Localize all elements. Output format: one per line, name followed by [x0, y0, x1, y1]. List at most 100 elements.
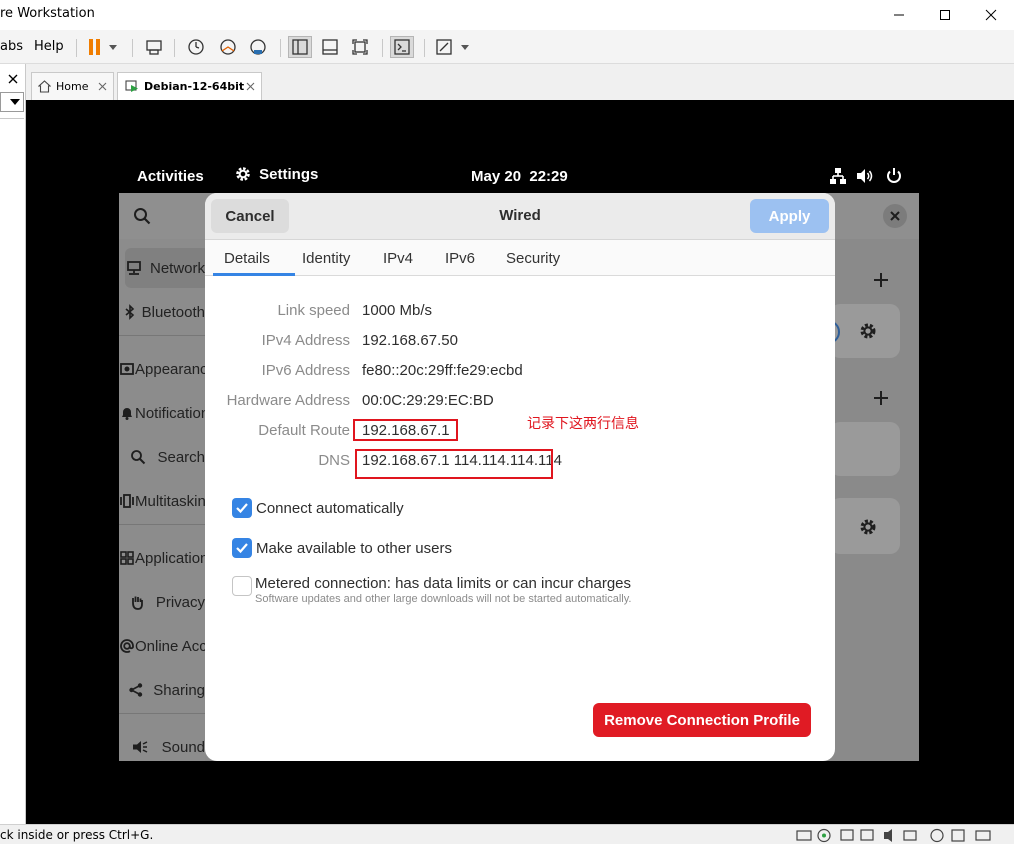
- sidebar-item-online-accounts[interactable]: Online Accounts: [119, 626, 205, 666]
- gnome-top-bar: Activities Settings May 20 22:29: [26, 160, 926, 192]
- dialog-header: Cancel Wired Apply: [205, 193, 835, 240]
- stretch-guest-button[interactable]: [434, 36, 474, 58]
- checkmark-icon: [236, 543, 248, 554]
- tab-home[interactable]: Home: [31, 72, 114, 100]
- add-icon[interactable]: [873, 390, 889, 406]
- maximize-button[interactable]: [922, 0, 968, 30]
- sidebar-item-label: Online Accounts: [135, 637, 205, 655]
- tab-debian[interactable]: Debian-12-64bit: [117, 72, 262, 100]
- sidebar-item-bluetooth[interactable]: Bluetooth: [119, 292, 205, 332]
- window-title: re Workstation: [0, 6, 95, 21]
- show-thumbnail-bar-button[interactable]: [318, 36, 342, 58]
- suspend-button[interactable]: [84, 36, 120, 58]
- search-icon[interactable]: [133, 207, 151, 225]
- annotation-box-default-route: [353, 419, 458, 441]
- sidebar-item-network[interactable]: Network: [119, 248, 205, 288]
- sidebar-item-label: Sound: [161, 738, 205, 756]
- tab-security[interactable]: Security: [506, 250, 560, 267]
- activities-button[interactable]: Activities: [137, 168, 204, 185]
- wired-dialog: Cancel Wired Apply Details Identity IPv4 IP…: [205, 193, 835, 761]
- tab-ipv4[interactable]: IPv4: [383, 250, 413, 267]
- dialog-title: Wired: [499, 207, 541, 224]
- minimize-icon: [894, 14, 904, 16]
- sidebar-item-label: Notifications: [135, 404, 205, 422]
- connect-automatically-checkbox[interactable]: [232, 498, 252, 518]
- bluetooth-icon: [119, 304, 142, 320]
- sidebar-item-search[interactable]: Search: [119, 437, 205, 477]
- settings-sidebar: Network Bluetooth Appearance Notifications S…: [119, 239, 209, 761]
- multitasking-icon: [119, 493, 135, 509]
- sidebar-item-label: Search: [157, 448, 205, 466]
- connect-automatically-row[interactable]: Connect automatically: [232, 498, 404, 518]
- sidebar-item-sound[interactable]: Sound: [119, 727, 205, 767]
- apps-icon: [119, 550, 135, 566]
- detail-label: IPv6 Address: [261, 362, 350, 379]
- at-icon: [119, 638, 135, 654]
- available-to-users-checkbox[interactable]: [232, 538, 252, 558]
- revert-snapshot-button[interactable]: [216, 36, 240, 58]
- fullscreen-icon: [352, 39, 368, 55]
- sidebar-separator: [119, 524, 205, 525]
- annotation-box-dns: [355, 449, 553, 479]
- add-icon[interactable]: [873, 272, 889, 288]
- show-library-button[interactable]: [288, 36, 312, 58]
- active-tab-indicator: [213, 273, 295, 276]
- library-panel: [0, 64, 26, 824]
- close-icon: [985, 9, 997, 21]
- stretch-icon: [436, 39, 469, 55]
- menu-help[interactable]: Help: [34, 39, 64, 54]
- sidebar-item-applications[interactable]: Applications: [119, 538, 205, 578]
- maximize-icon: [940, 10, 950, 20]
- network-icon: [119, 260, 150, 276]
- metered-connection-row[interactable]: Metered connection: has data limits or c…: [232, 575, 632, 605]
- tab-details[interactable]: Details: [224, 250, 270, 267]
- device-status-icons[interactable]: [796, 828, 1006, 843]
- sidebar-separator: [119, 335, 205, 336]
- hand-icon: [119, 594, 156, 610]
- network-wired-icon[interactable]: [829, 167, 847, 185]
- snapshot-button[interactable]: [184, 36, 208, 58]
- checkmark-icon: [236, 503, 248, 514]
- metered-subtitle: Software updates and other large downloa…: [255, 593, 632, 605]
- clock[interactable]: May 20 22:29: [471, 168, 568, 185]
- power-icon[interactable]: [885, 167, 903, 185]
- metered-connection-checkbox[interactable]: [232, 576, 252, 596]
- sidebar-item-sharing[interactable]: Sharing: [119, 670, 205, 710]
- sidebar-item-multitasking[interactable]: Multitasking: [119, 481, 205, 521]
- minimize-button[interactable]: [876, 0, 922, 30]
- tab-identity[interactable]: Identity: [302, 250, 350, 267]
- available-to-users-row[interactable]: Make available to other users: [232, 538, 452, 558]
- library-search-dropdown[interactable]: [0, 92, 24, 112]
- gear-icon[interactable]: [858, 321, 878, 341]
- settings-app-menu[interactable]: Settings: [234, 165, 318, 183]
- detail-label: Hardware Address: [226, 392, 350, 409]
- snapshot-manager-icon: [250, 39, 266, 55]
- sidebar-item-label: Applications: [135, 549, 205, 567]
- snapshot-manager-button[interactable]: [246, 36, 270, 58]
- close-tab-icon[interactable]: [246, 82, 255, 91]
- apply-button[interactable]: Apply: [750, 199, 829, 233]
- close-settings-button[interactable]: [883, 204, 907, 228]
- volume-icon[interactable]: [856, 167, 874, 185]
- tab-ipv6[interactable]: IPv6: [445, 250, 475, 267]
- send-ctrl-alt-del-button[interactable]: [142, 36, 166, 58]
- thumbnail-layout-icon: [322, 39, 338, 55]
- pause-icon: [89, 39, 117, 55]
- vm-running-icon: [125, 80, 138, 92]
- revert-snapshot-icon: [220, 39, 236, 55]
- sidebar-item-appearance[interactable]: Appearance: [119, 349, 205, 389]
- menu-tabs[interactable]: abs: [0, 39, 23, 54]
- close-window-button[interactable]: [968, 0, 1014, 30]
- chevron-down-icon: [10, 99, 20, 105]
- close-tab-icon[interactable]: [98, 82, 107, 91]
- menu-toolbar: abs Help: [0, 30, 1014, 64]
- sidebar-item-privacy[interactable]: Privacy: [119, 582, 205, 622]
- full-screen-button[interactable]: [348, 36, 372, 58]
- console-view-button[interactable]: [390, 36, 414, 58]
- gear-icon[interactable]: [858, 517, 878, 537]
- close-library-icon[interactable]: [8, 74, 18, 84]
- sidebar-item-notifications[interactable]: Notifications: [119, 393, 205, 433]
- home-icon: [38, 80, 51, 93]
- sidebar-item-label: Sharing: [153, 681, 205, 699]
- remove-connection-profile-button[interactable]: Remove Connection Profile: [593, 703, 811, 737]
